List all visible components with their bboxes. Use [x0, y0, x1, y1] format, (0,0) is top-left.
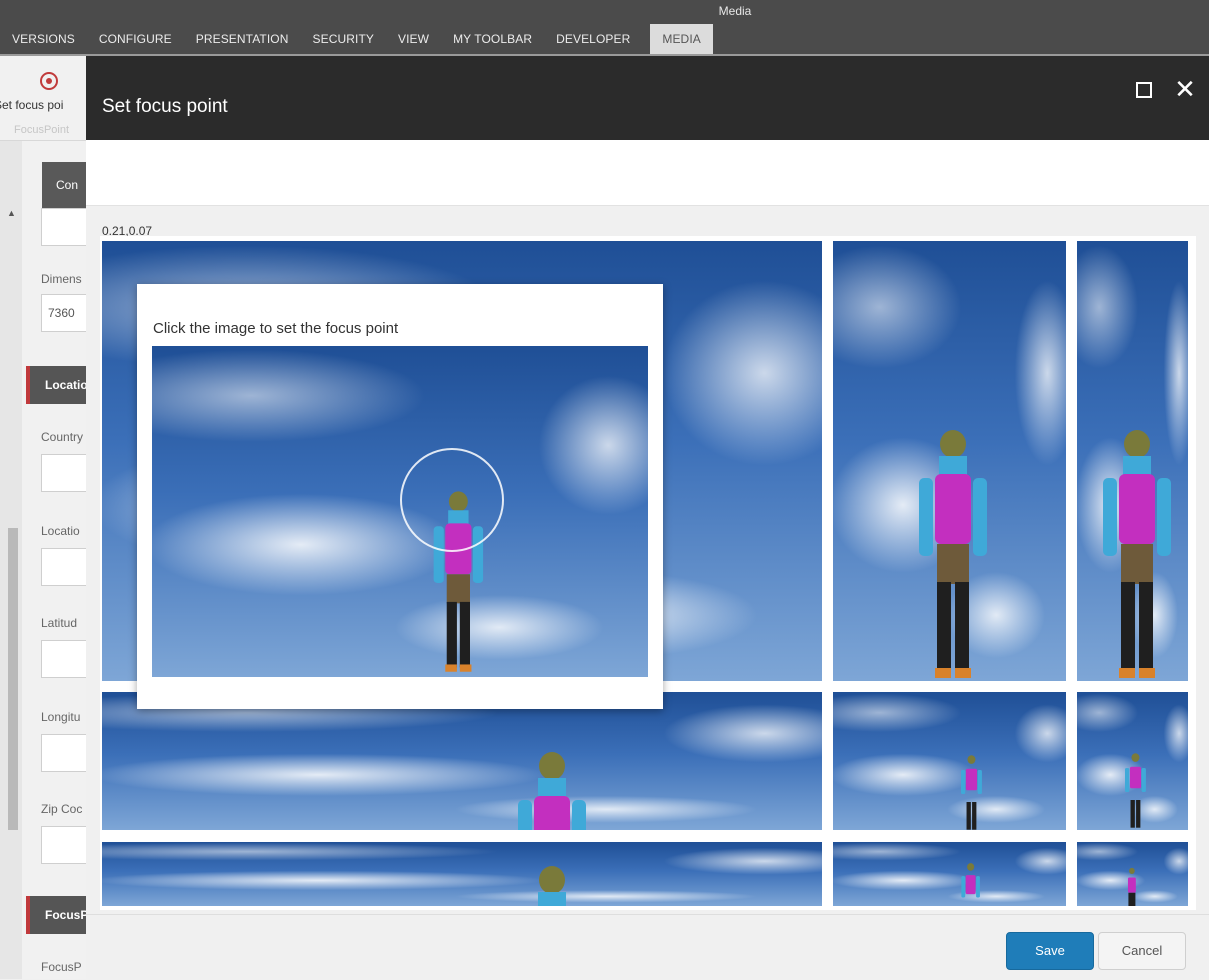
focus-ring-marker[interactable] — [400, 448, 504, 552]
location-field[interactable] — [41, 548, 86, 586]
climber-figure — [1127, 867, 1136, 906]
zip-code-field[interactable] — [41, 826, 86, 864]
crop-preview-medium — [833, 692, 1066, 830]
crop-preview-portrait — [833, 241, 1066, 681]
crop-preview-grid: Click the image to set the focus point — [100, 236, 1196, 910]
dimensions-field[interactable]: 7360 — [41, 294, 86, 332]
location-label: Locatio — [41, 524, 80, 538]
save-button[interactable]: Save — [1006, 932, 1094, 970]
tab-versions[interactable]: VERSIONS — [0, 24, 87, 54]
climber-figure — [1103, 430, 1171, 678]
dialog-body: 0.21,0.07 Click the image to set the foc… — [86, 206, 1209, 914]
focus-point-hint: Click the image to set the focus point — [153, 320, 399, 337]
scrollbar-thumb[interactable] — [8, 528, 18, 830]
focuspoint-label: FocusP — [41, 960, 82, 974]
scroll-up-icon[interactable]: ▲ — [7, 208, 16, 218]
tab-security[interactable]: SECURITY — [301, 24, 386, 54]
climber-figure — [1125, 753, 1146, 828]
crop-preview-strip — [833, 842, 1066, 906]
section-location[interactable]: Locatio — [26, 366, 86, 404]
dialog-toolbar — [86, 140, 1209, 206]
ribbon-context-label: Media — [718, 4, 752, 18]
crop-preview-banner — [102, 842, 822, 906]
country-label: Country — [41, 430, 84, 444]
dialog-footer: Save Cancel — [86, 914, 1209, 980]
focuspoint-chunk-label: FocusPoint — [14, 124, 70, 136]
tab-my-toolbar[interactable]: MY TOOLBAR — [441, 24, 544, 54]
dimensions-label: Dimens — [41, 272, 82, 286]
climber-figure — [961, 755, 982, 830]
latitude-field[interactable] — [41, 640, 86, 678]
section-focuspoint[interactable]: FocusP — [26, 896, 86, 934]
set-focus-point-dialog: Set focus point ✕ 0.21,0.07 Click the im… — [86, 56, 1209, 980]
focus-point-image[interactable] — [152, 346, 648, 677]
tab-presentation[interactable]: PRESENTATION — [184, 24, 301, 54]
set-focus-point-command[interactable]: Set focus poi — [0, 98, 63, 112]
dialog-header: Set focus point ✕ — [86, 56, 1209, 140]
climber-figure — [518, 752, 586, 830]
focus-point-picker: Click the image to set the focus point — [137, 284, 663, 709]
tab-media[interactable]: MEDIA — [650, 24, 713, 54]
tab-content[interactable]: Con — [42, 162, 86, 208]
tab-developer[interactable]: DEVELOPER — [544, 24, 642, 54]
maximize-icon[interactable] — [1136, 82, 1152, 98]
climber-figure — [961, 863, 980, 898]
field-input[interactable] — [41, 208, 86, 246]
climber-figure — [538, 866, 566, 906]
close-icon[interactable]: ✕ — [1172, 74, 1198, 104]
ribbon: Media VERSIONS CONFIGURE PRESENTATION SE… — [0, 0, 1209, 56]
cancel-button[interactable]: Cancel — [1098, 932, 1186, 970]
latitude-label: Latitud — [41, 616, 78, 630]
dialog-title: Set focus point — [102, 96, 228, 117]
longitude-field[interactable] — [41, 734, 86, 772]
crop-preview-thumb — [1077, 842, 1188, 906]
zip-code-label: Zip Coc — [41, 802, 83, 816]
crop-preview-small — [1077, 692, 1188, 830]
climber-figure — [919, 430, 987, 678]
focus-point-icon[interactable] — [40, 72, 58, 90]
content-editor-background: Set focus poi FocusPoint ▲ Con Dimens 73… — [0, 56, 86, 979]
crop-preview-narrow — [1077, 241, 1188, 681]
country-field[interactable] — [41, 454, 86, 492]
longitude-label: Longitu — [41, 710, 81, 724]
tab-configure[interactable]: CONFIGURE — [87, 24, 184, 54]
ribbon-tabs: VERSIONS CONFIGURE PRESENTATION SECURITY… — [0, 24, 713, 54]
tab-view[interactable]: VIEW — [386, 24, 441, 54]
crop-preview-wide — [102, 692, 822, 830]
